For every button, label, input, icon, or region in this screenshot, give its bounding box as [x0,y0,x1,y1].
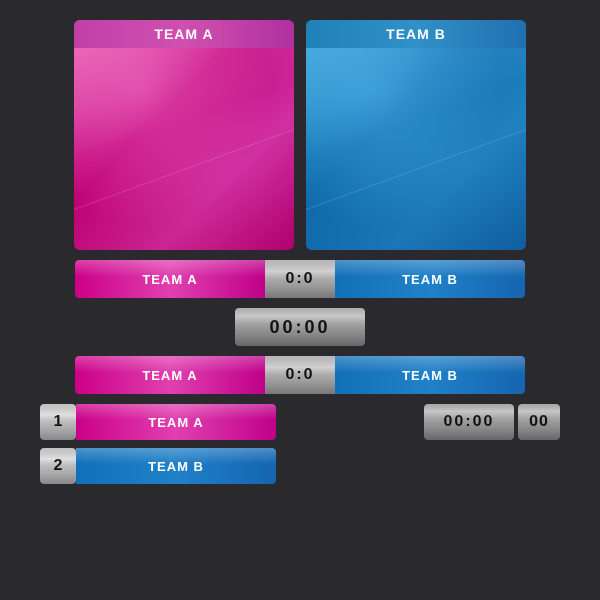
timer-small-value: 00 [529,413,549,431]
number-badge-1: 1 [40,404,76,440]
team-b-bar-1: TEAM B [335,260,525,298]
timer-row-1: 00:00 [20,308,580,346]
team-a-label-2: TEAM A [142,368,197,383]
team-a-bar-2: TEAM A [75,356,265,394]
timer-display-1: 00:00 [235,308,365,346]
lower-row-2: 2 TEAM B [40,448,560,484]
number-badge-2: 2 [40,448,76,484]
score-display-2: 0:0 [265,356,335,394]
card-team-a-shine [74,48,294,250]
team-b-label-2: TEAM B [402,368,458,383]
top-cards-row: TEAM A TEAM B [20,20,580,250]
timer-big-value: 00:00 [444,413,495,431]
team-b-label-1: TEAM B [402,272,458,287]
team-a-lower-bar: TEAM A [76,404,276,440]
main-layout: TEAM A TEAM B TEAM A 0:0 TEAM B [0,0,600,600]
team-b-lower-label: TEAM B [148,459,204,474]
score-row-1: TEAM A 0:0 TEAM B [20,260,580,298]
team-b-bar-2: TEAM B [335,356,525,394]
score-value-1: 0:0 [285,270,314,288]
card-team-b-label: TEAM B [306,20,526,48]
timer-small: 00 [518,404,560,440]
card-team-b-body [306,48,526,250]
number-1-value: 1 [54,413,63,431]
team-a-label-1: TEAM A [142,272,197,287]
score-display-1: 0:0 [265,260,335,298]
card-team-a-label: TEAM A [74,20,294,48]
right-timer-group: 00:00 00 [424,404,560,440]
lower-row-1: 1 TEAM A 00:00 00 [40,404,560,440]
card-team-b: TEAM B [306,20,526,250]
score-row-2: TEAM A 0:0 TEAM B [20,356,580,394]
team-b-lower-bar: TEAM B [76,448,276,484]
score-value-2: 0:0 [285,366,314,384]
team-a-bar-1: TEAM A [75,260,265,298]
lower-rows: 1 TEAM A 00:00 00 2 TEAM B [20,404,580,484]
timer-value-1: 00:00 [269,317,330,338]
team-a-lower-label: TEAM A [148,415,203,430]
card-team-a: TEAM A [74,20,294,250]
card-team-a-body [74,48,294,250]
card-team-b-shine [306,48,526,250]
timer-big: 00:00 [424,404,514,440]
number-2-value: 2 [54,457,63,475]
